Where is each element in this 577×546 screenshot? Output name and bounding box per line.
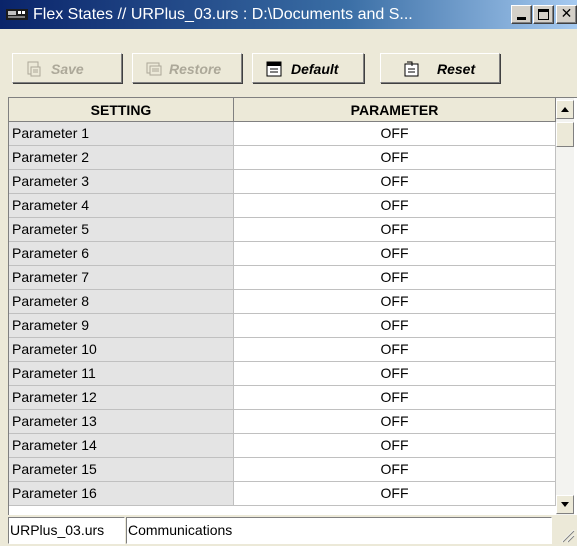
- setting-cell: Parameter 6: [9, 242, 234, 266]
- table-row: Parameter 3 OFF: [9, 170, 556, 194]
- column-header-parameter[interactable]: PARAMETER: [234, 98, 556, 122]
- table-row: Parameter 13 OFF: [9, 410, 556, 434]
- scroll-up-button[interactable]: [556, 100, 574, 119]
- parameter-cell[interactable]: OFF: [234, 146, 556, 170]
- maximize-button[interactable]: [533, 5, 554, 24]
- save-button[interactable]: Save: [12, 53, 122, 83]
- parameter-cell[interactable]: OFF: [234, 338, 556, 362]
- default-icon: [266, 61, 282, 77]
- title-bar[interactable]: Flex States // URPlus_03.urs : D:\Docume…: [0, 0, 577, 29]
- setting-cell: Parameter 12: [9, 386, 234, 410]
- arrow-down-icon: [561, 502, 569, 507]
- parameter-cell[interactable]: OFF: [234, 434, 556, 458]
- grid-rows: Parameter 1 OFF Parameter 2 OFF Paramete…: [9, 122, 556, 506]
- setting-cell: Parameter 11: [9, 362, 234, 386]
- table-row: Parameter 10 OFF: [9, 338, 556, 362]
- restore-button[interactable]: Restore: [132, 53, 242, 83]
- table-row: Parameter 14 OFF: [9, 434, 556, 458]
- restore-label: Restore: [169, 61, 222, 77]
- reset-label: Reset: [437, 61, 476, 77]
- setting-cell: Parameter 15: [9, 458, 234, 482]
- vertical-scrollbar[interactable]: [556, 98, 574, 515]
- parameter-cell[interactable]: OFF: [234, 314, 556, 338]
- parameter-cell[interactable]: OFF: [234, 410, 556, 434]
- setting-cell: Parameter 10: [9, 338, 234, 362]
- scroll-down-button[interactable]: [556, 495, 574, 514]
- minimize-icon: [517, 17, 526, 20]
- scroll-thumb[interactable]: [556, 122, 574, 147]
- table-row: Parameter 5 OFF: [9, 218, 556, 242]
- parameter-cell[interactable]: OFF: [234, 458, 556, 482]
- setting-cell: Parameter 4: [9, 194, 234, 218]
- settings-grid: SETTING PARAMETER Parameter 1 OFF Parame…: [8, 97, 577, 515]
- parameter-cell[interactable]: OFF: [234, 482, 556, 506]
- resize-grip-icon[interactable]: [557, 525, 575, 543]
- setting-cell: Parameter 5: [9, 218, 234, 242]
- setting-cell: Parameter 1: [9, 122, 234, 146]
- table-row: Parameter 8 OFF: [9, 290, 556, 314]
- reset-button[interactable]: Reset: [380, 53, 500, 83]
- setting-cell: Parameter 2: [9, 146, 234, 170]
- save-icon: [27, 61, 41, 77]
- setting-cell: Parameter 3: [9, 170, 234, 194]
- table-row: Parameter 2 OFF: [9, 146, 556, 170]
- status-file: URPlus_03.urs: [8, 517, 125, 544]
- default-button[interactable]: Default: [252, 53, 364, 83]
- close-button[interactable]: ✕: [556, 5, 577, 24]
- setting-cell: Parameter 14: [9, 434, 234, 458]
- table-row: Parameter 9 OFF: [9, 314, 556, 338]
- setting-cell: Parameter 16: [9, 482, 234, 506]
- status-bar: URPlus_03.urs Communications: [0, 517, 577, 546]
- setting-cell: Parameter 13: [9, 410, 234, 434]
- column-header-setting[interactable]: SETTING: [9, 98, 234, 122]
- toolbar: Save Restore Default Reset: [0, 29, 577, 96]
- default-label: Default: [291, 61, 339, 77]
- parameter-cell[interactable]: OFF: [234, 218, 556, 242]
- minimize-button[interactable]: [511, 5, 532, 24]
- window-title: Flex States // URPlus_03.urs : D:\Docume…: [33, 6, 413, 23]
- restore-icon: [146, 62, 162, 76]
- table-row: Parameter 12 OFF: [9, 386, 556, 410]
- close-icon: ✕: [560, 6, 573, 22]
- setting-cell: Parameter 9: [9, 314, 234, 338]
- app-device-icon: [6, 9, 28, 20]
- table-row: Parameter 11 OFF: [9, 362, 556, 386]
- parameter-cell[interactable]: OFF: [234, 362, 556, 386]
- parameter-cell[interactable]: OFF: [234, 290, 556, 314]
- parameter-cell[interactable]: OFF: [234, 386, 556, 410]
- parameter-cell[interactable]: OFF: [234, 242, 556, 266]
- setting-cell: Parameter 7: [9, 266, 234, 290]
- flex-states-window: Flex States // URPlus_03.urs : D:\Docume…: [0, 0, 577, 546]
- table-row: Parameter 15 OFF: [9, 458, 556, 482]
- reset-icon: [404, 61, 419, 77]
- parameter-cell[interactable]: OFF: [234, 266, 556, 290]
- table-row: Parameter 6 OFF: [9, 242, 556, 266]
- table-row: Parameter 7 OFF: [9, 266, 556, 290]
- save-label: Save: [51, 61, 84, 77]
- parameter-cell[interactable]: OFF: [234, 122, 556, 146]
- table-row: Parameter 1 OFF: [9, 122, 556, 146]
- table-row: Parameter 4 OFF: [9, 194, 556, 218]
- maximize-icon: [538, 9, 549, 20]
- parameter-cell[interactable]: OFF: [234, 194, 556, 218]
- parameter-cell[interactable]: OFF: [234, 170, 556, 194]
- table-row: Parameter 16 OFF: [9, 482, 556, 506]
- setting-cell: Parameter 8: [9, 290, 234, 314]
- status-connection: Communications: [126, 517, 552, 544]
- arrow-up-icon: [561, 107, 569, 112]
